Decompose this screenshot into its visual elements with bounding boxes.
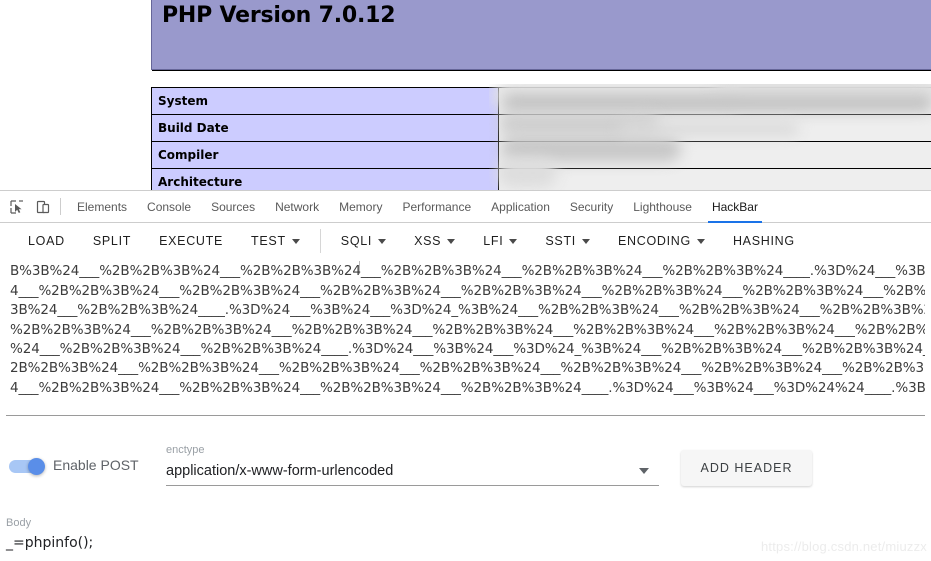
tab-security[interactable]: Security <box>560 191 623 222</box>
button-label: HASHING <box>732 234 795 248</box>
button-label: ADD HEADER <box>700 461 793 475</box>
phpinfo-key-build-date: Build Date <box>151 114 499 142</box>
post-options-row: Enable POST enctype application/x-www-fo… <box>0 443 931 506</box>
button-label: SSTI <box>545 234 576 248</box>
button-label: ENCODING <box>617 234 691 248</box>
chevron-down-icon <box>291 238 300 244</box>
sqli-menu-button[interactable]: SQLI <box>327 226 400 256</box>
payload-textarea[interactable]: %24___%2B%2B%3B%24___%2B%2B%3B%24___%2B%… <box>6 259 925 416</box>
tab-performance[interactable]: Performance <box>392 191 481 222</box>
tab-label: Sources <box>211 199 256 214</box>
table-row: Architecture <box>151 168 931 190</box>
button-label: TEST <box>251 234 286 248</box>
device-toolbar-icon[interactable] <box>30 191 56 222</box>
tab-label: Lighthouse <box>633 199 692 214</box>
table-row: Build Date <box>151 114 931 142</box>
tab-label: Console <box>147 199 192 214</box>
tab-console[interactable]: Console <box>137 191 201 222</box>
load-button[interactable]: LOAD <box>14 226 79 256</box>
split-button[interactable]: SPLIT <box>79 226 145 256</box>
chevron-down-icon <box>696 238 705 244</box>
tab-network[interactable]: Network <box>265 191 329 222</box>
enctype-field: enctype application/x-www-form-urlencode… <box>166 443 659 486</box>
button-label: LOAD <box>28 234 65 248</box>
encoding-menu-button[interactable]: ENCODING <box>604 226 719 256</box>
chevron-down-icon <box>378 238 387 244</box>
enable-post-toggle[interactable] <box>9 458 47 475</box>
payload-text: %24___%2B%2B%3B%24___%2B%2B%3B%24___%2B%… <box>10 259 925 396</box>
tab-label: Performance <box>402 199 472 214</box>
body-label: Body <box>6 517 32 529</box>
enctype-label: enctype <box>166 444 205 456</box>
phpinfo-key-system: System <box>151 87 499 115</box>
test-menu-button[interactable]: TEST <box>237 226 314 256</box>
button-label: EXECUTE <box>159 234 224 248</box>
xss-menu-button[interactable]: XSS <box>400 226 469 256</box>
add-header-button[interactable]: ADD HEADER <box>681 450 812 486</box>
tab-label: Network <box>275 199 320 214</box>
button-label: SQLI <box>340 234 373 248</box>
devtools-panel: Elements Console Sources Network Memory … <box>0 190 931 561</box>
hackbar-toolbar: LOAD SPLIT EXECUTE TEST SQLI XSS LFI SST… <box>0 223 931 259</box>
tabstrip-divider <box>60 198 61 215</box>
tab-elements[interactable]: Elements <box>67 191 137 222</box>
php-version-banner: PHP Version 7.0.12 <box>151 0 931 70</box>
phpinfo-key-compiler: Compiler <box>151 141 499 169</box>
button-label: SPLIT <box>92 234 132 248</box>
tab-memory[interactable]: Memory <box>329 191 392 222</box>
hashing-menu-button[interactable]: HASHING <box>719 226 809 256</box>
phpinfo-value-architecture <box>498 168 931 190</box>
tab-label: Elements <box>77 199 128 214</box>
button-label: LFI <box>483 234 504 248</box>
lfi-menu-button[interactable]: LFI <box>469 226 531 256</box>
php-version-title: PHP Version 7.0.12 <box>162 3 396 28</box>
chevron-down-icon <box>509 238 518 244</box>
tab-label: HackBar <box>711 199 758 214</box>
tab-lighthouse[interactable]: Lighthouse <box>623 191 702 222</box>
tab-label: Application <box>491 199 550 214</box>
phpinfo-table: System Build Date Compiler Architecture <box>151 87 931 190</box>
table-row: Compiler <box>151 141 931 169</box>
phpinfo-page: PHP Version 7.0.12 System Build Date Com… <box>0 0 931 190</box>
enctype-value: application/x-www-form-urlencoded <box>166 463 394 479</box>
screen-root: PHP Version 7.0.12 System Build Date Com… <box>0 0 931 561</box>
watermark: https://blog.csdn.net/miuzzx <box>760 539 927 554</box>
execute-button[interactable]: EXECUTE <box>145 226 237 256</box>
phpinfo-value-build-date <box>498 114 931 142</box>
tab-hackbar[interactable]: HackBar <box>702 191 768 223</box>
tab-label: Memory <box>339 199 383 214</box>
phpinfo-content: PHP Version 7.0.12 System Build Date Com… <box>151 0 931 190</box>
toggle-thumb <box>28 458 45 475</box>
tab-label: Security <box>569 199 614 214</box>
table-row: System <box>151 87 931 115</box>
chevron-down-icon <box>581 238 590 244</box>
tab-sources[interactable]: Sources <box>201 191 265 222</box>
chevron-down-icon <box>447 238 456 244</box>
tab-application[interactable]: Application <box>481 191 560 222</box>
phpinfo-value-compiler <box>498 141 931 169</box>
enctype-select[interactable]: application/x-www-form-urlencoded <box>166 457 659 486</box>
chevron-down-icon <box>639 468 649 474</box>
enable-post-label: Enable POST <box>53 457 139 473</box>
ssti-menu-button[interactable]: SSTI <box>531 226 604 256</box>
phpinfo-value-system <box>498 87 931 115</box>
phpinfo-key-architecture: Architecture <box>151 168 499 190</box>
devtools-tabstrip: Elements Console Sources Network Memory … <box>0 191 931 223</box>
inspect-element-icon[interactable] <box>4 191 30 222</box>
button-label: XSS <box>414 234 442 248</box>
toolbar-divider <box>319 229 321 253</box>
